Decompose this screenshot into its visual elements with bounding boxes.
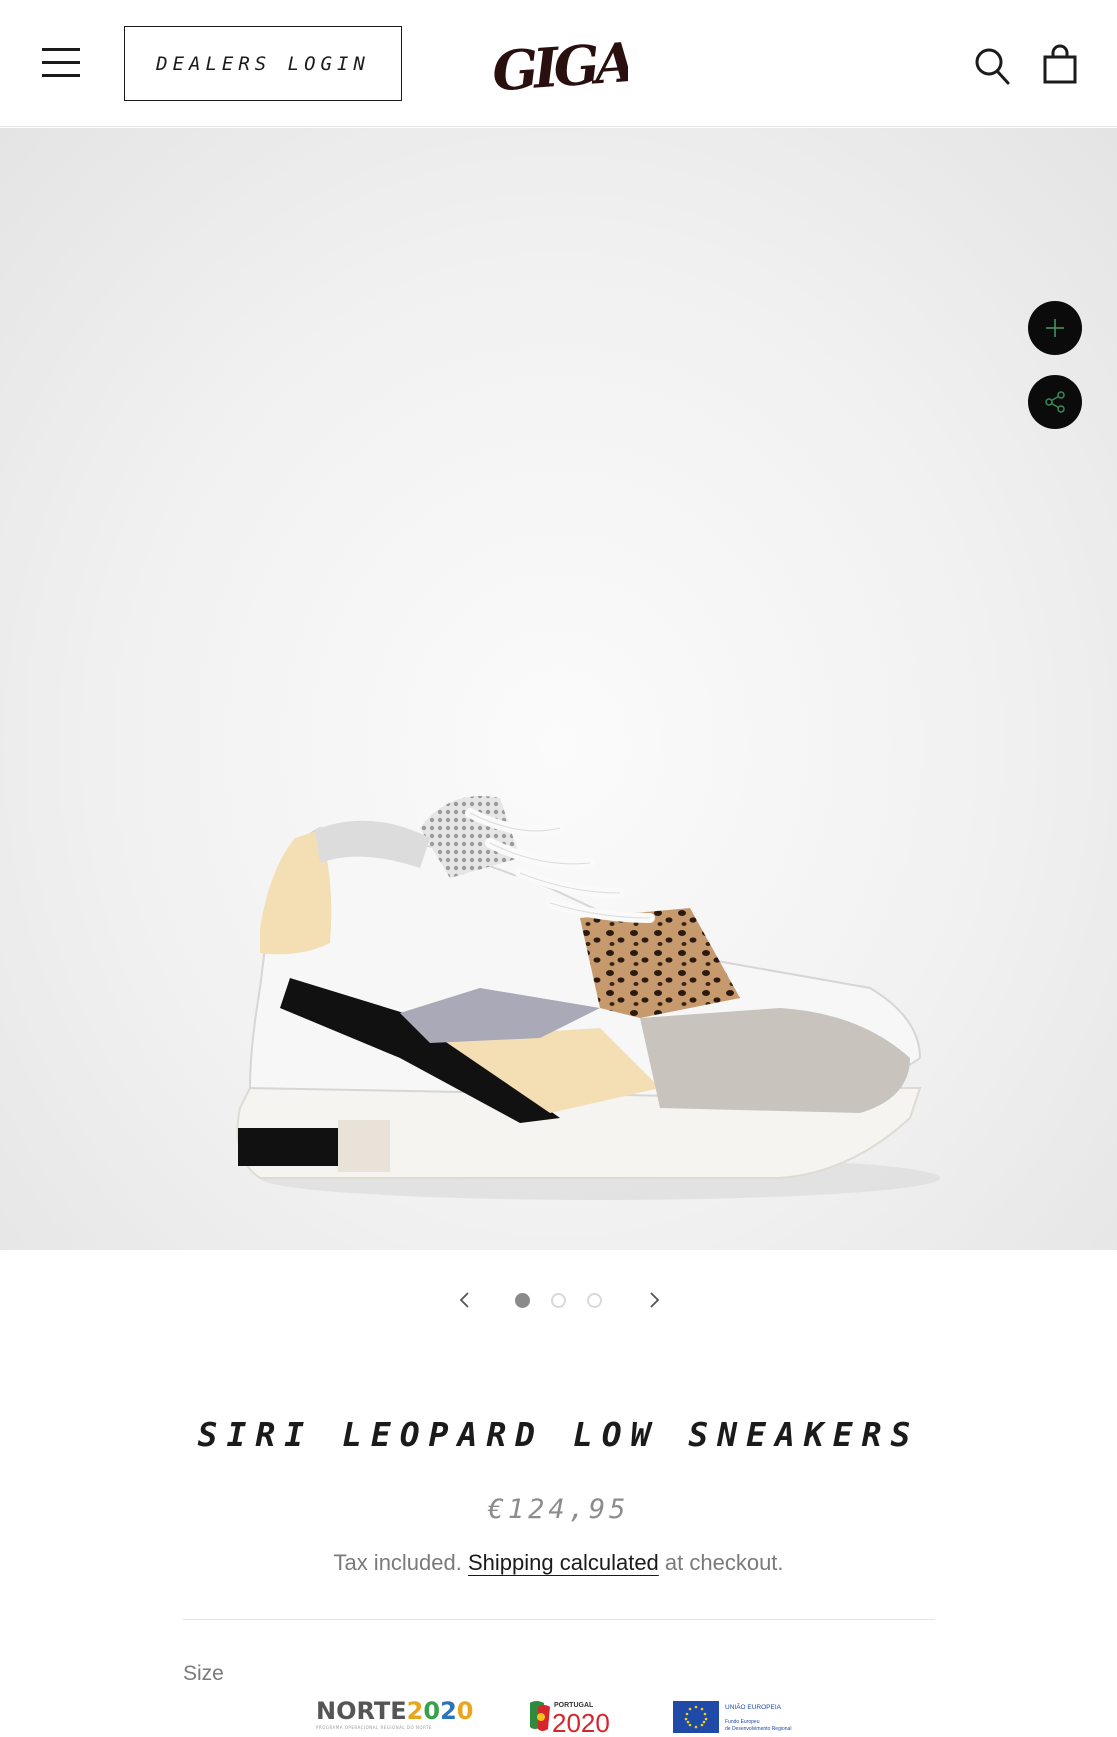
portugal2020-logo: PORTUGAL 2020 (530, 1701, 610, 1735)
carousel-dot-1[interactable] (515, 1293, 530, 1308)
chevron-right-icon[interactable] (644, 1288, 664, 1312)
tax-info: Tax included. Shipping calculated at che… (0, 1550, 1117, 1576)
site-header: DEALERS LOGIN GIGA (0, 0, 1117, 127)
plus-icon (1046, 319, 1064, 337)
giga-logo[interactable]: GIGA (488, 28, 628, 98)
dealers-login-button[interactable]: DEALERS LOGIN (124, 26, 402, 101)
shipping-link[interactable]: Shipping calculated (468, 1550, 659, 1575)
divider (183, 1619, 935, 1620)
logo-text: GIGA (490, 30, 628, 98)
product-image-gallery[interactable] (0, 128, 1117, 1250)
tax-prefix: Tax included. (333, 1550, 468, 1575)
eu-flag-logo: UNIÃO EUROPEIA Fundo Europeu de Desenvol… (673, 1701, 791, 1733)
funding-logos-bar: NORTE2020 PROGRAMA OPERACIONAL REGIONAL … (0, 1695, 1117, 1737)
norte2020-text: NORTE2020 (316, 1697, 474, 1725)
svg-text:UNIÃO EUROPEIA: UNIÃO EUROPEIA (725, 1702, 782, 1711)
chevron-left-icon[interactable] (455, 1288, 475, 1312)
size-label: Size (183, 1662, 224, 1685)
tax-suffix: at checkout. (658, 1550, 784, 1575)
carousel-dot-2[interactable] (551, 1293, 566, 1308)
carousel-navigation (0, 1286, 1117, 1316)
sneaker-image (236, 796, 940, 1200)
norte2020-logo: NORTE2020 PROGRAMA OPERACIONAL REGIONAL … (316, 1697, 474, 1730)
svg-text:Fundo Europeu: Fundo Europeu (725, 1719, 760, 1725)
share-button[interactable] (1028, 375, 1082, 429)
carousel-dot-3[interactable] (587, 1293, 602, 1308)
share-icon (1045, 391, 1065, 413)
search-icon[interactable] (974, 47, 1010, 85)
svg-text:de Desenvolvimento Regional: de Desenvolvimento Regional (725, 1726, 791, 1732)
hamburger-menu-icon[interactable] (42, 48, 80, 78)
svg-text:2020: 2020 (552, 1708, 610, 1735)
product-price: €124,95 (487, 1494, 630, 1525)
zoom-button[interactable] (1028, 301, 1082, 355)
product-title: SIRI LEOPARD LOW SNEAKERS (197, 1415, 920, 1454)
cart-icon[interactable] (1043, 44, 1077, 84)
